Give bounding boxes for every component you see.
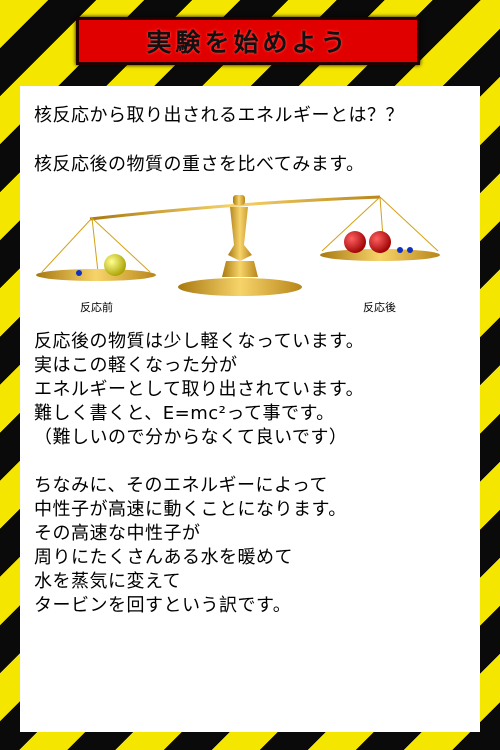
para1-line4: 難しく書くと、E=mc²って事です。 [34,403,335,424]
para1-line3: エネルギーとして取り出されています。 [34,379,365,400]
banner-title: 実験を始めよう [146,28,350,57]
intro-question: 核反応から取り出されるエネルギーとは？？ [34,105,404,126]
scale-base [178,278,302,296]
para2-line2: 中性子が高速に動くことになります。 [34,499,347,520]
label-before-reaction: 反応前 [80,301,113,314]
label-after-reaction: 反応後 [363,301,396,314]
para2-line3: その高速な中性子が [34,523,201,544]
title-banner: 実験を始めよう [76,17,420,65]
para2-line6: タービンを回すという訳です。 [34,595,292,616]
para2-line5: 水を蒸気に変えて [34,571,182,592]
para1-line5: （難しいので分からなくて良いです） [34,427,348,448]
para1-line1: 反応後の物質は少し軽くなっています。 [34,331,365,352]
left-pan [36,269,156,281]
para2-line4: 周りにたくさんある水を暖めて [34,547,293,568]
para2-line1: ちなみに、そのエネルギーによって [34,475,329,496]
left-yellow-ball [104,254,126,276]
right-red-ball-1 [344,231,366,253]
para1-line2: 実はこの軽くなった分が [34,355,238,376]
balance-scale-illustration [36,195,440,296]
intro-compare: 核反応後の物質の重さを比べてみます。 [34,154,365,175]
scale-pillar [228,207,252,261]
right-red-ball-2 [369,231,391,253]
